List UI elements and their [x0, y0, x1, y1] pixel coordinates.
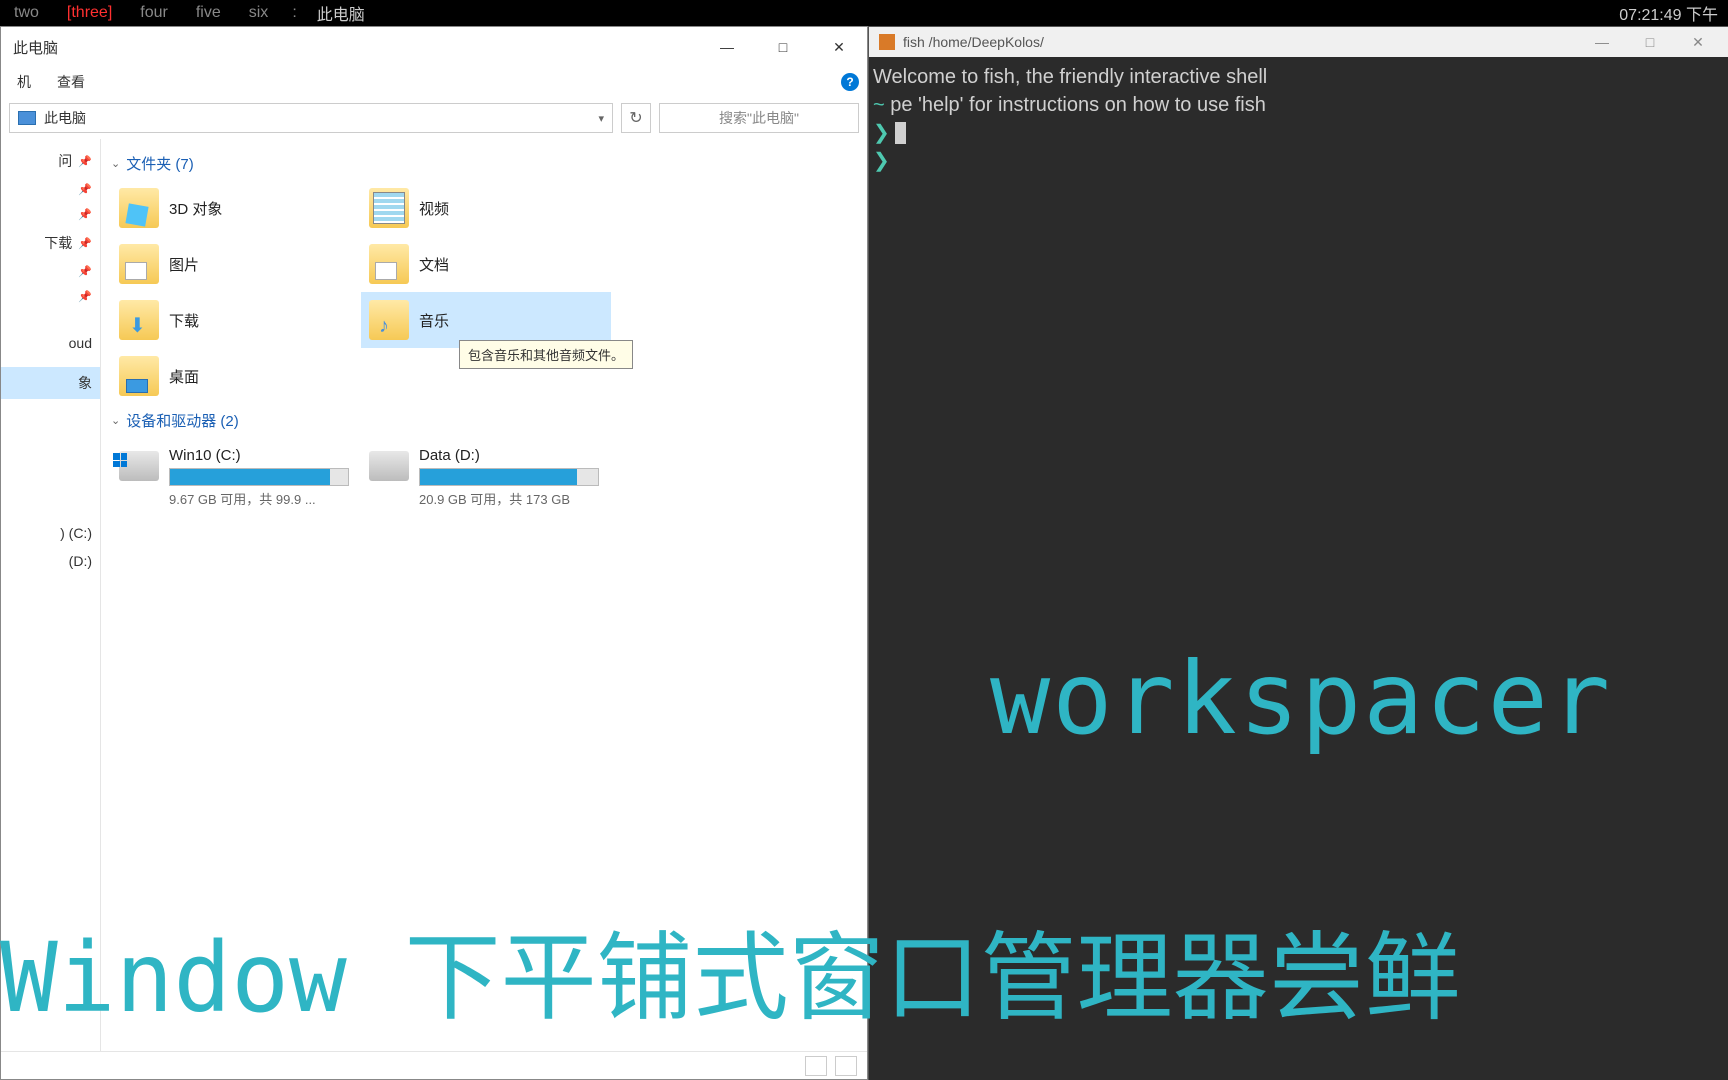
terminal-line: ~ pe 'help' for instructions on how to u… [873, 91, 1724, 119]
drive-c[interactable]: Win10 (C:) 9.67 GB 可用，共 99.9 ... [111, 441, 361, 514]
sidebar-drive-c[interactable]: ) (C:) [1, 519, 100, 547]
sidebar-quick-1[interactable]: 问📌 [1, 145, 100, 177]
caret-down-icon: ⌄ [111, 157, 120, 170]
close-button[interactable]: ✕ [1678, 34, 1718, 51]
folder-videos[interactable]: 视频 [361, 180, 611, 236]
pin-icon: 📌 [78, 237, 92, 250]
tooltip: 包含音乐和其他音频文件。 [459, 340, 633, 369]
sidebar-quick-downloads[interactable]: 下载📌 [1, 227, 100, 259]
drive-name: Data (D:) [419, 447, 603, 464]
menu-computer[interactable]: 机 [7, 68, 41, 96]
explorer-title: 此电脑 [13, 37, 58, 58]
sidebar-quick-6[interactable]: 📌 [1, 284, 100, 309]
sidebar-drive-d[interactable]: (D:) [1, 547, 100, 575]
ws-clock: 07:21:49 下午 [1619, 1, 1728, 25]
search-input[interactable]: 搜索"此电脑" [659, 103, 859, 133]
explorer-statusbar [1, 1051, 867, 1079]
drive-capacity-bar [419, 468, 599, 486]
sidebar-quick-2[interactable]: 📌 [1, 177, 100, 202]
overlay-subtitle: Window 下平铺式窗口管理器尝鲜 [0, 900, 1728, 1039]
chevron-down-icon[interactable]: ▾ [598, 112, 604, 125]
explorer-titlebar[interactable]: 此电脑 — □ ✕ [1, 27, 867, 67]
terminal-icon [879, 34, 895, 50]
drive-name: Win10 (C:) [169, 447, 353, 464]
pin-icon: 📌 [78, 290, 92, 303]
pin-icon: 📌 [78, 265, 92, 278]
ws-item-five[interactable]: five [182, 4, 235, 22]
folder-downloads[interactable]: ⬇下载 [111, 292, 361, 348]
ws-item-six[interactable]: six [235, 4, 283, 22]
drives-grid: Win10 (C:) 9.67 GB 可用，共 99.9 ... Data (D… [111, 441, 857, 514]
terminal-prompt[interactable]: ❯ [873, 119, 1724, 147]
maximize-button[interactable]: □ [1630, 34, 1670, 50]
drive-capacity-bar [169, 468, 349, 486]
minimize-button[interactable]: — [1582, 34, 1622, 50]
terminal-title: fish /home/DeepKolos/ [903, 34, 1044, 50]
minimize-button[interactable]: — [699, 27, 755, 67]
overlay-title: workspacer [990, 640, 1612, 757]
ws-separator: : [282, 4, 306, 22]
workspace-bar: two [three] four five six : 此电脑 07:21:49… [0, 0, 1728, 26]
drive-icon [119, 451, 159, 481]
cursor-icon [895, 122, 906, 144]
ws-item-four[interactable]: four [126, 4, 182, 22]
address-row: 此电脑 ▾ ↻ 搜索"此电脑" [1, 97, 867, 139]
pin-icon: 📌 [78, 155, 92, 168]
terminal-line: Welcome to fish, the friendly interactiv… [873, 63, 1724, 91]
drive-capacity-text: 20.9 GB 可用，共 173 GB [419, 489, 603, 508]
ws-item-three[interactable]: [three] [53, 4, 126, 22]
drive-d[interactable]: Data (D:) 20.9 GB 可用，共 173 GB [361, 441, 611, 514]
sidebar-thispc[interactable]: 象 [1, 367, 100, 399]
breadcrumb[interactable]: 此电脑 [44, 108, 86, 128]
folders-grid: 3D 对象 视频 图片 文档 ⬇下载 ♪音乐 包含音乐和其他音频文件。 桌面 [111, 180, 857, 404]
group-devices-header[interactable]: ⌄设备和驱动器 (2) [111, 404, 857, 437]
folder-music[interactable]: ♪音乐 包含音乐和其他音频文件。 [361, 292, 611, 348]
folder-pictures[interactable]: 图片 [111, 236, 361, 292]
menu-view[interactable]: 查看 [47, 68, 95, 96]
drive-icon [369, 451, 409, 481]
ws-active-title: 此电脑 [307, 1, 365, 25]
terminal-titlebar[interactable]: fish /home/DeepKolos/ — □ ✕ [869, 27, 1728, 57]
caret-down-icon: ⌄ [111, 414, 120, 427]
explorer-menubar: 机 查看 ? [1, 67, 867, 97]
folder-3dobjects[interactable]: 3D 对象 [111, 180, 361, 236]
pin-icon: 📌 [78, 208, 92, 221]
sidebar-quick-5[interactable]: 📌 [1, 259, 100, 284]
group-folders-header[interactable]: ⌄文件夹 (7) [111, 147, 857, 180]
close-button[interactable]: ✕ [811, 27, 867, 67]
drive-capacity-text: 9.67 GB 可用，共 99.9 ... [169, 489, 353, 508]
sidebar-cloud[interactable]: oud [1, 329, 100, 357]
refresh-button[interactable]: ↻ [621, 103, 651, 133]
view-icons-button[interactable] [835, 1056, 857, 1076]
pin-icon: 📌 [78, 183, 92, 196]
folder-desktop[interactable]: 桌面 [111, 348, 361, 404]
address-bar[interactable]: 此电脑 ▾ [9, 103, 613, 133]
terminal-prompt[interactable]: ❯ [873, 147, 1724, 175]
folder-documents[interactable]: 文档 [361, 236, 611, 292]
pc-icon [18, 111, 36, 125]
sidebar-quick-3[interactable]: 📌 [1, 202, 100, 227]
view-details-button[interactable] [805, 1056, 827, 1076]
help-icon[interactable]: ? [841, 73, 859, 91]
maximize-button[interactable]: □ [755, 27, 811, 67]
ws-item-two[interactable]: two [0, 4, 53, 22]
